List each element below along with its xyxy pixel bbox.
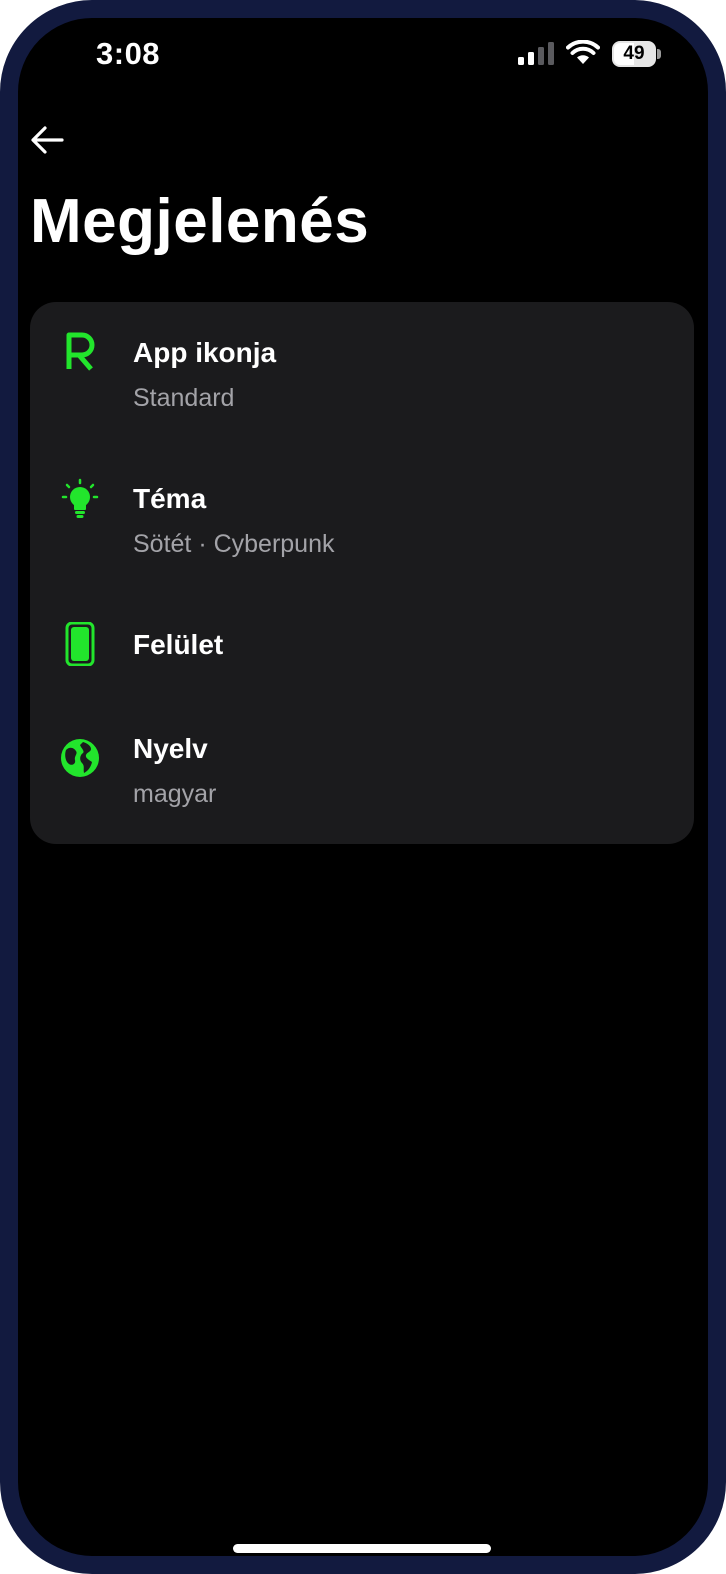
battery-icon: 49 <box>612 41 662 67</box>
lightbulb-icon <box>61 478 99 518</box>
settings-item-app-icon[interactable]: App ikonja Standard <box>30 302 694 448</box>
settings-item-subtitle: Standard <box>133 384 235 412</box>
settings-item-subtitle: magyar <box>133 780 217 808</box>
back-arrow-icon[interactable] <box>28 120 68 160</box>
settings-card: App ikonja Standard Téma Sötét · Cyberpu… <box>30 302 694 844</box>
phone-icon <box>65 622 95 666</box>
settings-item-subtitle: Sötét · Cyberpunk <box>133 530 335 558</box>
status-time: 3:08 <box>96 36 161 71</box>
battery-tip <box>657 49 661 59</box>
home-indicator[interactable] <box>233 1544 491 1553</box>
settings-item-language[interactable]: Nyelv magyar <box>30 698 694 844</box>
status-bar: 3:08 49 <box>18 18 708 88</box>
app-logo-r-icon <box>66 332 95 371</box>
settings-item-title: Felület <box>133 629 224 660</box>
settings-item-title: App ikonja <box>133 337 277 368</box>
page-title: Megjelenés <box>30 187 370 256</box>
phone-frame: 3:08 49 Megjelenés App ikonja Standard T… <box>0 0 726 1574</box>
globe-icon <box>61 739 99 777</box>
battery-level: 49 <box>623 43 645 64</box>
wifi-icon <box>566 40 600 64</box>
settings-item-title: Nyelv <box>133 733 208 764</box>
settings-item-interface[interactable]: Felület <box>30 594 694 698</box>
cellular-signal-icon <box>518 42 554 65</box>
settings-item-title: Téma <box>133 483 207 514</box>
settings-item-theme[interactable]: Téma Sötét · Cyberpunk <box>30 448 694 594</box>
